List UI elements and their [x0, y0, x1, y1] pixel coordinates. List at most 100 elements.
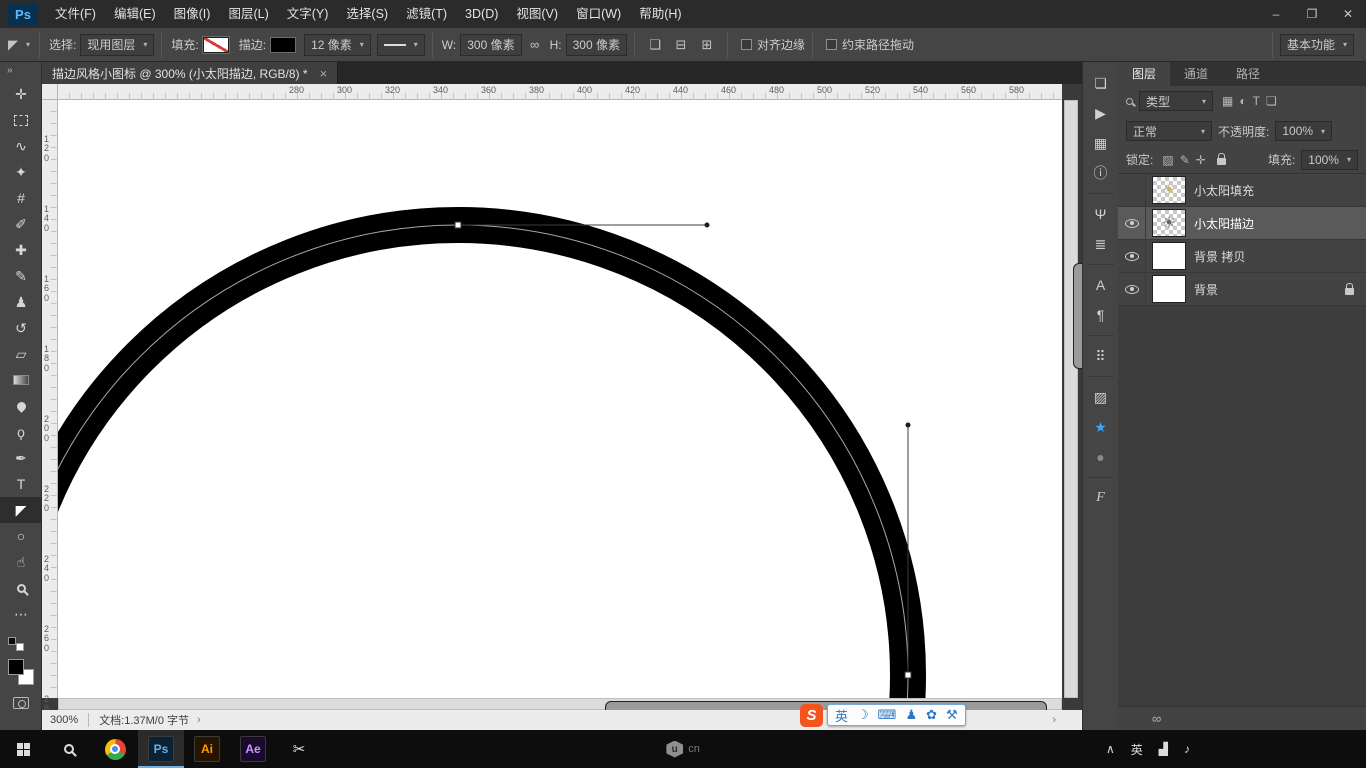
sogou-icon-2[interactable]: ⌨ [878, 707, 897, 723]
layer-visibility-toggle[interactable] [1118, 273, 1146, 305]
menu-item-1[interactable]: 编辑(E) [105, 0, 165, 28]
swatches-panel-icon[interactable]: ⠿ [1083, 341, 1119, 371]
height-input[interactable]: 300 像素 [566, 34, 627, 56]
stroke-width-input[interactable]: 12 像素▾ [304, 34, 371, 56]
menu-item-9[interactable]: 窗口(W) [567, 0, 630, 28]
opacity-dropdown[interactable]: 100%▾ [1275, 121, 1332, 141]
color-swatches[interactable] [8, 659, 34, 685]
snip-app[interactable]: ✂ [276, 730, 322, 768]
layer-visibility-toggle[interactable] [1118, 174, 1146, 206]
lock-option-icon-1[interactable]: ✎ [1180, 153, 1190, 167]
layer-row[interactable]: ☀小太阳填充 [1118, 174, 1366, 207]
close-tab-icon[interactable]: × [320, 66, 328, 81]
layer-row[interactable]: 背景 拷贝 [1118, 240, 1366, 273]
history-panel-icon[interactable]: ❏ [1083, 68, 1119, 98]
default-colors-icon[interactable] [8, 637, 24, 651]
info-panel-icon[interactable]: ⓘ [1083, 158, 1119, 188]
tray-ime-indicator[interactable]: 英 [1131, 741, 1143, 758]
sogou-icon-1[interactable]: ☽ [857, 707, 869, 723]
menu-item-2[interactable]: 图像(I) [165, 0, 220, 28]
foreground-color-swatch[interactable] [8, 659, 24, 675]
properties-panel-icon[interactable]: ≣ [1083, 229, 1119, 259]
blend-mode-dropdown[interactable]: 正常▾ [1126, 121, 1212, 141]
panel-tab-2[interactable]: 路径 [1222, 62, 1274, 86]
libraries-panel-icon[interactable]: ★ [1083, 412, 1119, 442]
menu-item-7[interactable]: 3D(D) [456, 0, 507, 28]
vertical-scrollbar[interactable] [1064, 100, 1078, 698]
menu-item-0[interactable]: 文件(F) [46, 0, 105, 28]
hand-tool[interactable]: ☝ [0, 549, 42, 575]
shape-tool[interactable]: ○ [0, 523, 42, 549]
status-chevron-right-icon[interactable]: › [1052, 714, 1056, 726]
brush-tool[interactable]: ✎ [0, 263, 42, 289]
lock-all-icon[interactable] [1217, 158, 1226, 165]
patterns-panel-icon[interactable]: ▨ [1083, 382, 1119, 412]
menu-item-8[interactable]: 视图(V) [507, 0, 567, 28]
fill-swatch[interactable] [203, 37, 229, 53]
menu-item-4[interactable]: 文字(Y) [278, 0, 338, 28]
stamp-tool[interactable]: ♟ [0, 289, 42, 315]
search-button[interactable] [46, 730, 92, 768]
layer-row[interactable]: ☀小太阳描边 [1118, 207, 1366, 240]
layer-visibility-toggle[interactable] [1118, 240, 1146, 272]
vertical-ruler[interactable]: 120140160180200220240260280 [42, 100, 58, 698]
layer-thumbnail[interactable] [1152, 275, 1186, 303]
stock-panel-icon[interactable]: ● [1083, 442, 1119, 472]
collapse-panel-icon[interactable]: » [0, 62, 41, 81]
dodge-tool[interactable]: ϙ [0, 419, 42, 445]
select-mode-dropdown[interactable]: 现用图层▾ [80, 34, 154, 56]
tray-expand-icon[interactable]: ∧ [1106, 742, 1115, 756]
layer-filter-icon-1[interactable]: ◐ [1239, 94, 1246, 108]
minimize-button[interactable]: – [1258, 0, 1294, 28]
menu-item-10[interactable]: 帮助(H) [630, 0, 690, 28]
filter-type-dropdown[interactable]: 类型▾ [1139, 91, 1213, 111]
layer-filter-icon-2[interactable]: T [1253, 94, 1260, 108]
quick-select-tool[interactable]: ✦ [0, 159, 42, 185]
history-brush-tool[interactable]: ↺ [0, 315, 42, 341]
paragraph-panel-icon[interactable]: ¶ [1083, 300, 1119, 330]
tray-volume-icon[interactable]: ♪ [1184, 742, 1190, 756]
after-effects-app[interactable]: Ae [230, 730, 276, 768]
fill-opacity-dropdown[interactable]: 100%▾ [1301, 150, 1358, 170]
marquee-tool[interactable] [0, 107, 42, 133]
illustrator-app[interactable]: Ai [184, 730, 230, 768]
lock-option-icon-2[interactable]: ✛ [1196, 153, 1206, 167]
eraser-tool[interactable]: ▱ [0, 341, 42, 367]
layer-row[interactable]: 背景 [1118, 273, 1366, 306]
width-input[interactable]: 300 像素 [460, 34, 521, 56]
link-dimensions-button[interactable]: ∞ [522, 34, 548, 56]
sogou-icon-3[interactable]: ♟ [905, 707, 917, 723]
sogou-logo-icon[interactable]: S [800, 704, 823, 727]
start-button[interactable] [0, 730, 46, 768]
close-button[interactable]: ✕ [1330, 0, 1366, 28]
blur-tool[interactable] [0, 393, 42, 419]
panel-tab-0[interactable]: 图层 [1118, 62, 1170, 86]
character-panel-icon[interactable]: A [1083, 270, 1119, 300]
restore-button[interactable]: ❐ [1294, 0, 1330, 28]
sogou-icon-0[interactable]: 英 [835, 706, 848, 725]
align-edges-checkbox[interactable] [741, 39, 752, 50]
lock-option-icon-0[interactable]: ▨ [1162, 153, 1173, 167]
chrome-app[interactable] [92, 730, 138, 768]
layer-visibility-toggle[interactable] [1118, 207, 1146, 239]
menu-item-5[interactable]: 选择(S) [337, 0, 397, 28]
glyphs-panel-icon[interactable]: F [1083, 483, 1119, 513]
type-tool[interactable]: T [0, 471, 42, 497]
photoshop-app[interactable]: Ps [138, 730, 184, 768]
pen-tool[interactable]: ✒ [0, 445, 42, 471]
gradient-tool[interactable] [0, 367, 42, 393]
zoom-level[interactable]: 300% [50, 714, 78, 726]
menu-item-3[interactable]: 图层(L) [219, 0, 277, 28]
sogou-icon-5[interactable]: ⚒ [946, 707, 958, 723]
layer-thumbnail[interactable] [1152, 242, 1186, 270]
path-operations-button[interactable]: ❏ [642, 34, 668, 56]
sogou-icon-4[interactable]: ✿ [926, 707, 937, 723]
zoom-tool[interactable] [0, 575, 42, 601]
path-alignment-button[interactable]: ⊟ [668, 34, 694, 56]
status-chevron-icon[interactable]: › [197, 714, 201, 726]
stroke-style-dropdown[interactable]: ▾ [377, 34, 425, 56]
more-tools[interactable]: ⋯ [0, 601, 42, 627]
tool-preset-icon[interactable]: ◤▾ [6, 34, 32, 56]
canvas[interactable] [58, 100, 1062, 698]
panel-tab-1[interactable]: 通道 [1170, 62, 1222, 86]
